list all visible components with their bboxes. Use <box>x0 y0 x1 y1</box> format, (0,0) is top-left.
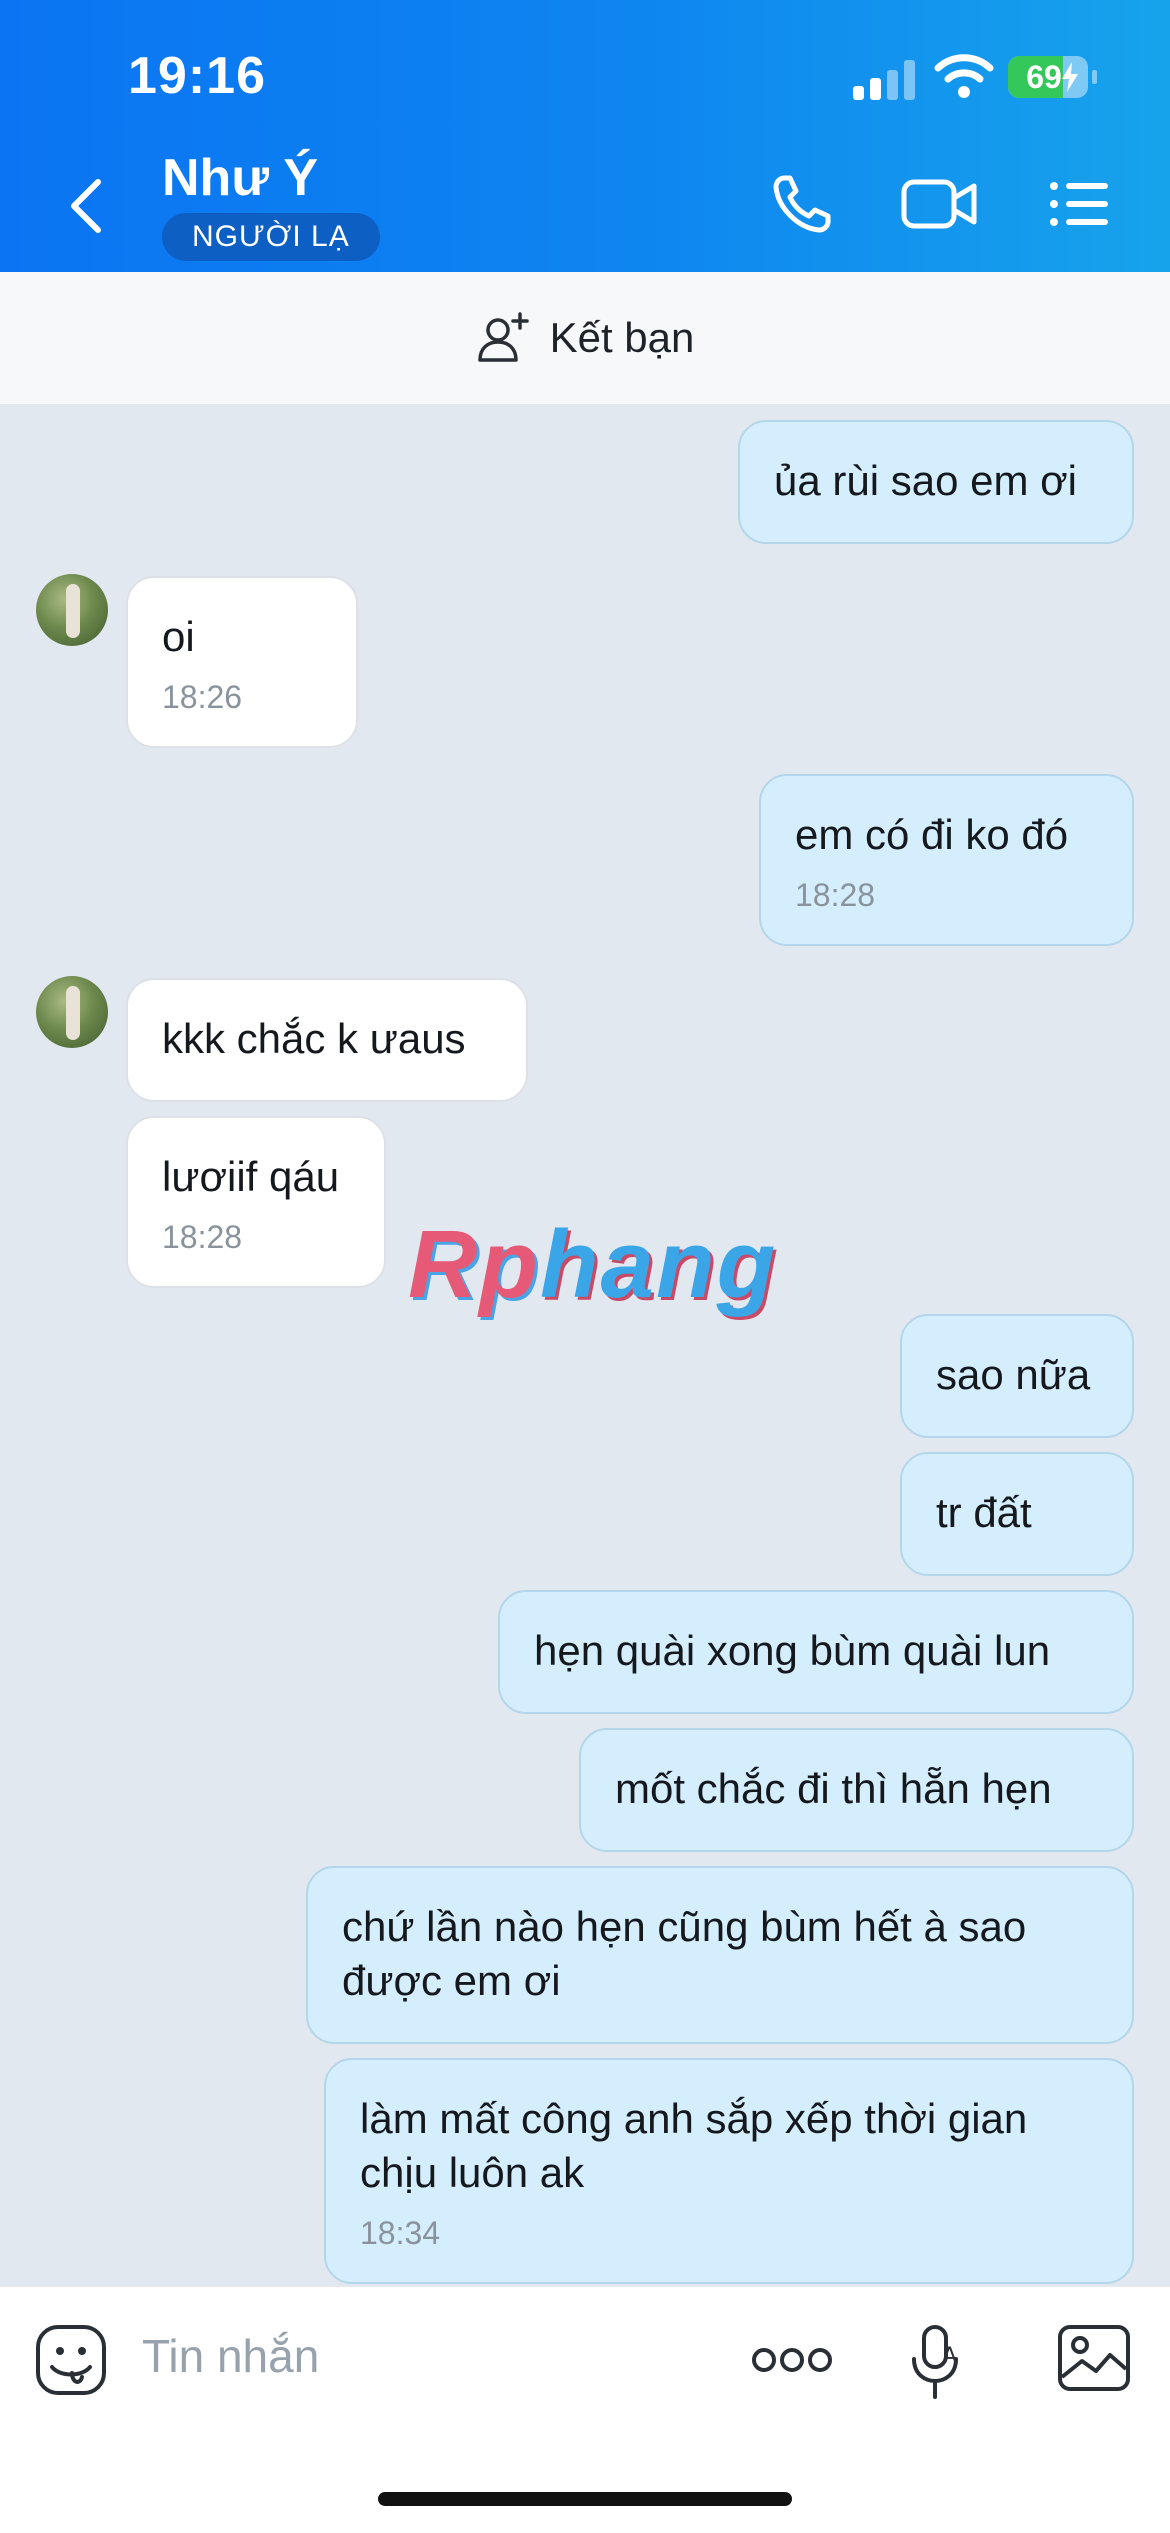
message-time: 18:28 <box>162 1219 243 1255</box>
message-text: oi <box>162 613 195 660</box>
battery-cap <box>1092 70 1097 84</box>
message-bubble-received[interactable]: kkk chắc k ưaus <box>126 978 528 1102</box>
stranger-badge: NGƯỜI LẠ <box>162 213 380 261</box>
message-bubble-sent[interactable]: em có đi ko đó 18:28 <box>759 774 1134 946</box>
message-time: 18:28 <box>795 877 876 913</box>
contact-name[interactable]: Như Ý <box>162 148 318 208</box>
svg-text:A: A <box>942 2344 957 2369</box>
add-friend-icon <box>477 312 529 362</box>
message-time: 18:26 <box>162 679 243 715</box>
wifi-icon <box>934 54 994 98</box>
message-text: mốt chắc đi thì hẵn hẹn <box>615 1765 1052 1812</box>
message-bubble-sent[interactable]: sao nữa <box>900 1314 1134 1438</box>
message-bubble-sent[interactable]: hẹn quài xong bùm quài lun <box>498 1590 1134 1714</box>
sticker-icon[interactable] <box>34 2323 108 2397</box>
message-time: 18:34 <box>360 2215 441 2251</box>
message-bubble-sent[interactable]: mốt chắc đi thì hẵn hẹn <box>579 1728 1134 1852</box>
contact-avatar[interactable] <box>36 574 108 646</box>
message-text: hẹn quài xong bùm quài lun <box>534 1627 1051 1674</box>
voice-icon[interactable]: A <box>908 2323 968 2403</box>
watermark-logo: Rphang <box>408 1211 778 1318</box>
message-text: kkk chắc k ưaus <box>162 1015 466 1062</box>
back-icon[interactable] <box>58 170 118 240</box>
add-friend-bar[interactable]: Kết bạn <box>0 272 1170 405</box>
message-bubble-sent[interactable]: tr đất <box>900 1452 1134 1576</box>
message-bubble-received[interactable]: lươiif qáu 18:28 <box>126 1116 386 1288</box>
message-bubble-sent[interactable]: ủa rùi sao em ơi <box>738 420 1134 544</box>
home-indicator[interactable] <box>378 2492 792 2506</box>
contact-avatar[interactable] <box>36 976 108 1048</box>
message-bubble-sent[interactable]: làm mất công anh sắp xếp thời gian chịu … <box>324 2058 1134 2284</box>
phone-icon[interactable] <box>770 172 834 236</box>
more-icon[interactable] <box>750 2323 834 2397</box>
message-text: sao nữa <box>936 1351 1091 1398</box>
status-time: 19:16 <box>128 47 266 105</box>
add-friend-label: Kết bạn <box>549 314 695 361</box>
message-bubble-received[interactable]: oi 18:26 <box>126 576 358 748</box>
message-bubble-sent[interactable]: chứ lần nào hẹn cũng bùm hết à sao được … <box>306 1866 1134 2044</box>
video-call-icon[interactable] <box>900 172 978 236</box>
cellular-signal-icon <box>853 58 915 100</box>
message-text: chứ lần nào hẹn cũng bùm hết à sao được … <box>342 1903 1027 2004</box>
battery-indicator: 69 <box>1008 56 1088 98</box>
menu-icon[interactable] <box>1048 172 1112 236</box>
message-text: lươiif qáu <box>162 1153 340 1200</box>
message-text: em có đi ko đó <box>795 811 1069 858</box>
message-text: tr đất <box>936 1489 1032 1536</box>
charging-bolt-icon <box>1062 62 1078 92</box>
chat-header: 19:16 69 Như Ý NGƯỜI LẠ <box>0 0 1170 272</box>
message-text: ủa rùi sao em ơi <box>774 457 1078 504</box>
message-text: làm mất công anh sắp xếp thời gian chịu … <box>360 2095 1028 2196</box>
image-icon[interactable] <box>1056 2323 1132 2393</box>
message-input[interactable]: Tin nhắn <box>142 2329 319 2383</box>
